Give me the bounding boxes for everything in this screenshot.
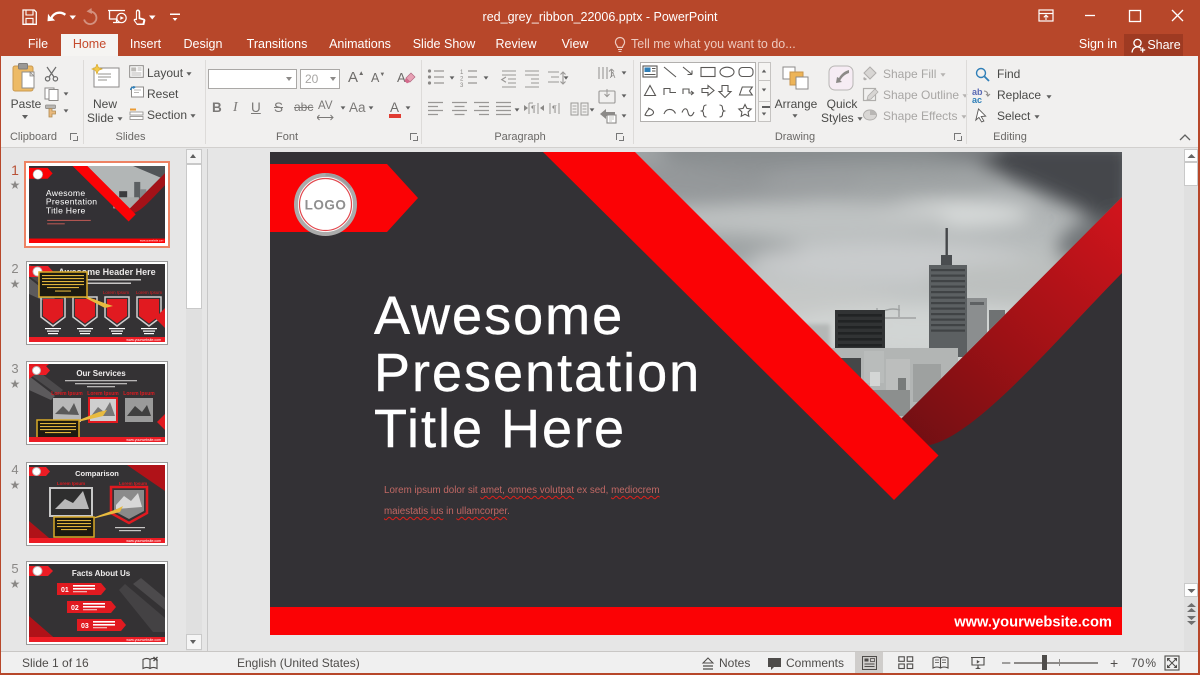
svg-text:Lorem Ipsum: Lorem Ipsum <box>57 481 85 486</box>
svg-text:www.yourwebsite.com: www.yourwebsite.com <box>126 438 161 442</box>
svg-text:¶: ¶ <box>531 104 536 114</box>
svg-text:Lorem Ipsum: Lorem Ipsum <box>87 391 119 397</box>
svg-text:01: 01 <box>61 587 69 594</box>
svg-text:A: A <box>397 70 406 85</box>
svg-text:Awesome: Awesome <box>46 188 85 198</box>
svg-text:¶: ¶ <box>552 104 557 114</box>
svg-text:3: 3 <box>460 83 464 88</box>
svg-text:Lorem Ipsum: Lorem Ipsum <box>136 290 163 295</box>
svg-text:www.yourwebsite.com: www.yourwebsite.com <box>953 615 1112 631</box>
svg-text:Title Here: Title Here <box>46 206 86 216</box>
svg-text:Facts About Us: Facts About Us <box>72 569 131 578</box>
svg-text:ac: ac <box>972 95 982 103</box>
svg-text:www.yourwebsite.com: www.yourwebsite.com <box>140 240 164 243</box>
svg-text:02: 02 <box>71 605 79 612</box>
svg-text:www.yourwebsite.com: www.yourwebsite.com <box>126 638 161 642</box>
svg-text:LOGO: LOGO <box>305 198 347 213</box>
svg-text:Lorem Ipsum: Lorem Ipsum <box>123 391 155 397</box>
svg-text:03: 03 <box>81 623 89 630</box>
svg-text:2: 2 <box>460 77 464 83</box>
svg-text:1: 1 <box>460 70 464 76</box>
svg-text:A: A <box>610 71 616 80</box>
svg-text:Our Services: Our Services <box>76 369 126 378</box>
svg-text:Lorem Ipsum: Lorem Ipsum <box>119 481 147 486</box>
svg-text:www.yourwebsite.com: www.yourwebsite.com <box>126 539 161 543</box>
svg-text:Lorem Ipsum: Lorem Ipsum <box>51 391 83 397</box>
svg-text:Lorem Ipsum: Lorem Ipsum <box>103 290 130 295</box>
svg-text:www.yourwebsite.com: www.yourwebsite.com <box>126 338 161 342</box>
svg-text:Comparison: Comparison <box>75 469 119 478</box>
svg-text:Presentation: Presentation <box>46 197 97 207</box>
